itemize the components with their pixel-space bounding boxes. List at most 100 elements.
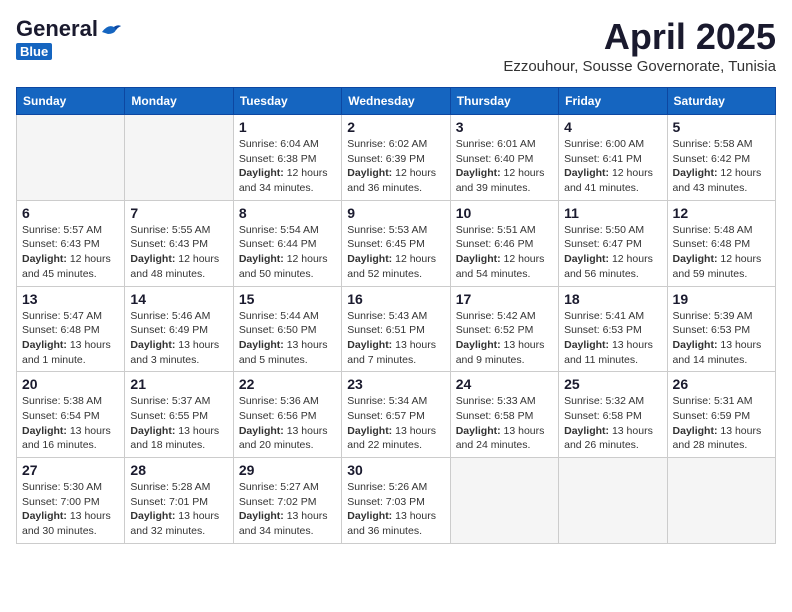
day-info: Sunrise: 5:37 AMSunset: 6:55 PMDaylight:… xyxy=(130,394,227,453)
day-info: Sunrise: 5:26 AMSunset: 7:03 PMDaylight:… xyxy=(347,480,444,539)
day-number: 17 xyxy=(456,291,553,307)
day-number: 8 xyxy=(239,205,336,221)
calendar-cell: 21 Sunrise: 5:37 AMSunset: 6:55 PMDayligh… xyxy=(125,372,233,458)
day-info: Sunrise: 6:01 AMSunset: 6:40 PMDaylight:… xyxy=(456,137,553,196)
day-info: Sunrise: 5:51 AMSunset: 6:46 PMDaylight:… xyxy=(456,223,553,282)
day-number: 23 xyxy=(347,376,444,392)
day-info: Sunrise: 5:39 AMSunset: 6:53 PMDaylight:… xyxy=(673,309,770,368)
day-header-friday: Friday xyxy=(559,88,667,115)
logo-general: General xyxy=(16,16,98,42)
day-number: 5 xyxy=(673,119,770,135)
day-info: Sunrise: 5:57 AMSunset: 6:43 PMDaylight:… xyxy=(22,223,119,282)
day-number: 1 xyxy=(239,119,336,135)
day-info: Sunrise: 5:43 AMSunset: 6:51 PMDaylight:… xyxy=(347,309,444,368)
calendar-cell: 11Sunrise: 5:50 AMSunset: 6:47 PMDayligh… xyxy=(559,200,667,286)
calendar-cell: 4 Sunrise: 6:00 AMSunset: 6:41 PMDaylight… xyxy=(559,115,667,201)
calendar-cell xyxy=(17,115,125,201)
calendar-week-row: 27 Sunrise: 5:30 AMSunset: 7:00 PMDayligh… xyxy=(17,458,776,544)
calendar-cell xyxy=(667,458,775,544)
calendar-cell: 28 Sunrise: 5:28 AMSunset: 7:01 PMDayligh… xyxy=(125,458,233,544)
calendar-cell: 14 Sunrise: 5:46 AMSunset: 6:49 PMDayligh… xyxy=(125,286,233,372)
day-info: Sunrise: 6:02 AMSunset: 6:39 PMDaylight:… xyxy=(347,137,444,196)
calendar-cell: 12 Sunrise: 5:48 AMSunset: 6:48 PMDayligh… xyxy=(667,200,775,286)
day-number: 6 xyxy=(22,205,119,221)
calendar-cell: 16 Sunrise: 5:43 AMSunset: 6:51 PMDayligh… xyxy=(342,286,450,372)
day-number: 2 xyxy=(347,119,444,135)
calendar-cell: 26 Sunrise: 5:31 AMSunset: 6:59 PMDayligh… xyxy=(667,372,775,458)
day-number: 12 xyxy=(673,205,770,221)
page-header: General Blue April 2025 Ezzouhour, Souss… xyxy=(16,16,776,75)
day-number: 7 xyxy=(130,205,227,221)
calendar-week-row: 1 Sunrise: 6:04 AMSunset: 6:38 PMDaylight… xyxy=(17,115,776,201)
day-number: 13 xyxy=(22,291,119,307)
day-info: Sunrise: 5:34 AMSunset: 6:57 PMDaylight:… xyxy=(347,394,444,453)
day-number: 29 xyxy=(239,462,336,478)
calendar-cell: 6 Sunrise: 5:57 AMSunset: 6:43 PMDaylight… xyxy=(17,200,125,286)
calendar-cell: 22Sunrise: 5:36 AMSunset: 6:56 PMDayligh… xyxy=(233,372,341,458)
location: Ezzouhour, Sousse Governorate, Tunisia xyxy=(503,58,776,75)
calendar-table: SundayMondayTuesdayWednesdayThursdayFrid… xyxy=(16,87,776,544)
day-number: 3 xyxy=(456,119,553,135)
day-info: Sunrise: 5:41 AMSunset: 6:53 PMDaylight:… xyxy=(564,309,661,368)
day-number: 26 xyxy=(673,376,770,392)
calendar-cell: 18 Sunrise: 5:41 AMSunset: 6:53 PMDayligh… xyxy=(559,286,667,372)
day-info: Sunrise: 5:50 AMSunset: 6:47 PMDaylight:… xyxy=(564,223,661,282)
calendar-cell: 30 Sunrise: 5:26 AMSunset: 7:03 PMDayligh… xyxy=(342,458,450,544)
day-header-thursday: Thursday xyxy=(450,88,558,115)
month-title: April 2025 xyxy=(503,16,776,58)
calendar-cell: 7Sunrise: 5:55 AMSunset: 6:43 PMDaylight… xyxy=(125,200,233,286)
logo-blue-text: Blue xyxy=(16,43,52,60)
calendar-cell: 29 Sunrise: 5:27 AMSunset: 7:02 PMDayligh… xyxy=(233,458,341,544)
calendar-cell: 20 Sunrise: 5:38 AMSunset: 6:54 PMDayligh… xyxy=(17,372,125,458)
day-number: 4 xyxy=(564,119,661,135)
day-info: Sunrise: 6:04 AMSunset: 6:38 PMDaylight:… xyxy=(239,137,336,196)
day-number: 9 xyxy=(347,205,444,221)
day-info: Sunrise: 6:00 AMSunset: 6:41 PMDaylight:… xyxy=(564,137,661,196)
calendar-cell: 8Sunrise: 5:54 AMSunset: 6:44 PMDaylight… xyxy=(233,200,341,286)
calendar-cell: 9Sunrise: 5:53 AMSunset: 6:45 PMDaylight… xyxy=(342,200,450,286)
day-header-wednesday: Wednesday xyxy=(342,88,450,115)
calendar-cell: 17 Sunrise: 5:42 AMSunset: 6:52 PMDayligh… xyxy=(450,286,558,372)
day-info: Sunrise: 5:44 AMSunset: 6:50 PMDaylight:… xyxy=(239,309,336,368)
calendar-cell: 5Sunrise: 5:58 AMSunset: 6:42 PMDaylight… xyxy=(667,115,775,201)
day-info: Sunrise: 5:31 AMSunset: 6:59 PMDaylight:… xyxy=(673,394,770,453)
day-number: 27 xyxy=(22,462,119,478)
day-number: 18 xyxy=(564,291,661,307)
calendar-cell: 23 Sunrise: 5:34 AMSunset: 6:57 PMDayligh… xyxy=(342,372,450,458)
calendar-cell: 13 Sunrise: 5:47 AMSunset: 6:48 PMDayligh… xyxy=(17,286,125,372)
calendar-cell: 27 Sunrise: 5:30 AMSunset: 7:00 PMDayligh… xyxy=(17,458,125,544)
day-info: Sunrise: 5:33 AMSunset: 6:58 PMDaylight:… xyxy=(456,394,553,453)
calendar-cell xyxy=(125,115,233,201)
calendar-cell: 24Sunrise: 5:33 AMSunset: 6:58 PMDayligh… xyxy=(450,372,558,458)
day-info: Sunrise: 5:42 AMSunset: 6:52 PMDaylight:… xyxy=(456,309,553,368)
day-number: 19 xyxy=(673,291,770,307)
day-number: 15 xyxy=(239,291,336,307)
day-info: Sunrise: 5:32 AMSunset: 6:58 PMDaylight:… xyxy=(564,394,661,453)
day-number: 16 xyxy=(347,291,444,307)
day-info: Sunrise: 5:30 AMSunset: 7:00 PMDaylight:… xyxy=(22,480,119,539)
day-info: Sunrise: 5:47 AMSunset: 6:48 PMDaylight:… xyxy=(22,309,119,368)
day-number: 30 xyxy=(347,462,444,478)
day-header-tuesday: Tuesday xyxy=(233,88,341,115)
calendar-cell xyxy=(450,458,558,544)
day-info: Sunrise: 5:28 AMSunset: 7:01 PMDaylight:… xyxy=(130,480,227,539)
day-info: Sunrise: 5:27 AMSunset: 7:02 PMDaylight:… xyxy=(239,480,336,539)
day-header-monday: Monday xyxy=(125,88,233,115)
day-number: 28 xyxy=(130,462,227,478)
day-info: Sunrise: 5:38 AMSunset: 6:54 PMDaylight:… xyxy=(22,394,119,453)
calendar-cell: 3 Sunrise: 6:01 AMSunset: 6:40 PMDaylight… xyxy=(450,115,558,201)
title-section: April 2025 Ezzouhour, Sousse Governorate… xyxy=(503,16,776,75)
day-header-sunday: Sunday xyxy=(17,88,125,115)
calendar-cell: 19 Sunrise: 5:39 AMSunset: 6:53 PMDayligh… xyxy=(667,286,775,372)
day-number: 21 xyxy=(130,376,227,392)
calendar-cell: 25 Sunrise: 5:32 AMSunset: 6:58 PMDayligh… xyxy=(559,372,667,458)
day-number: 20 xyxy=(22,376,119,392)
calendar-week-row: 6 Sunrise: 5:57 AMSunset: 6:43 PMDaylight… xyxy=(17,200,776,286)
logo: General Blue xyxy=(16,16,122,60)
day-info: Sunrise: 5:48 AMSunset: 6:48 PMDaylight:… xyxy=(673,223,770,282)
day-info: Sunrise: 5:46 AMSunset: 6:49 PMDaylight:… xyxy=(130,309,227,368)
calendar-cell: 15 Sunrise: 5:44 AMSunset: 6:50 PMDayligh… xyxy=(233,286,341,372)
day-number: 25 xyxy=(564,376,661,392)
day-header-saturday: Saturday xyxy=(667,88,775,115)
day-number: 14 xyxy=(130,291,227,307)
